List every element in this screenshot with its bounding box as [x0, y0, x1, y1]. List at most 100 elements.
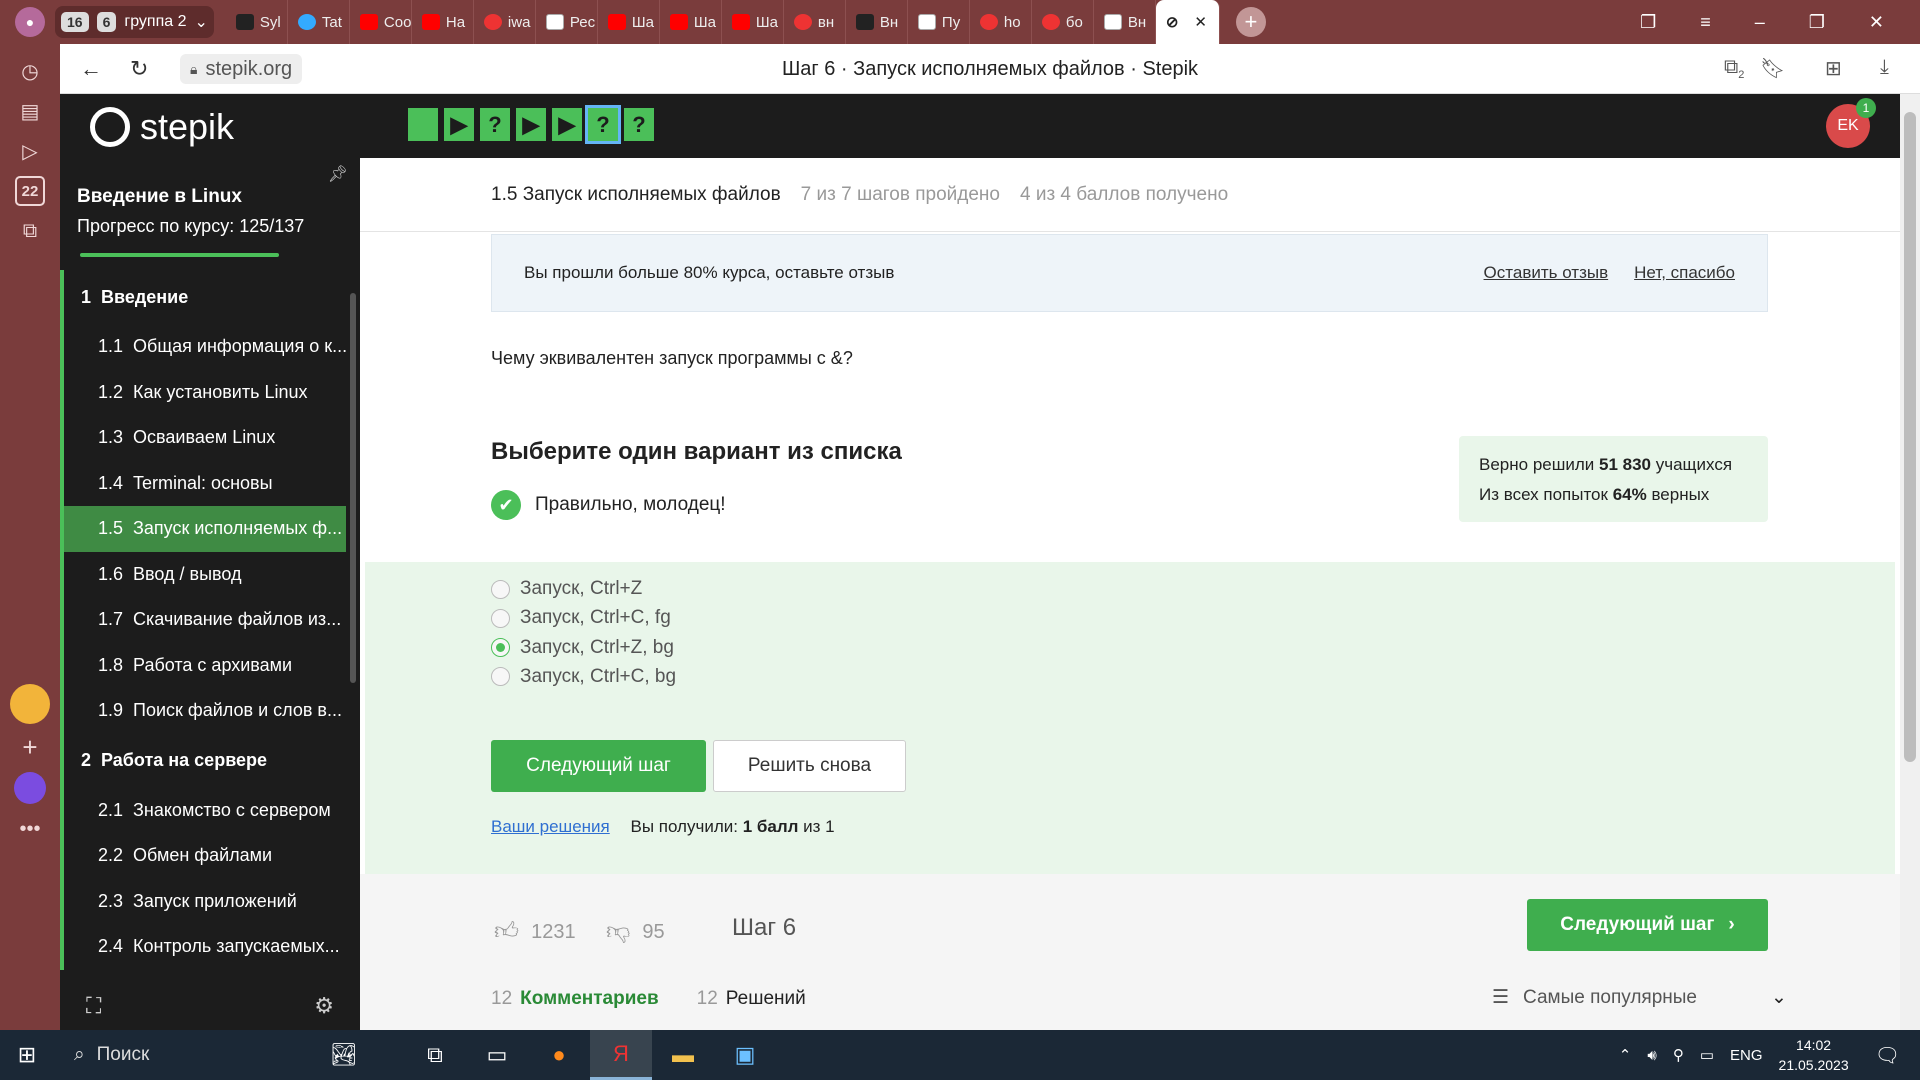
radio-button[interactable]: [491, 579, 510, 599]
page-scrollbar-thumb[interactable]: [1904, 112, 1916, 762]
yandex-browser-icon[interactable]: Я: [590, 1030, 652, 1080]
sidebar-item-1.5[interactable]: 1.5 Запуск исполняемых ф...: [60, 506, 346, 552]
tab-2[interactable]: Coo: [350, 0, 412, 44]
sidebar-item-1.2[interactable]: 1.2 Как установить Linux: [60, 369, 346, 415]
battery-icon[interactable]: ▭: [1700, 1046, 1714, 1064]
lang-indicator[interactable]: ENG: [1730, 1047, 1763, 1064]
decline-review-link[interactable]: Нет, спасибо: [1634, 263, 1735, 283]
play-icon[interactable]: ▷: [15, 136, 45, 166]
tab-14[interactable]: Вн: [1094, 0, 1156, 44]
tab-13[interactable]: бо: [1032, 0, 1094, 44]
notifications-icon[interactable]: 🗨︎: [1875, 1043, 1900, 1068]
step-square-3[interactable]: ?: [480, 108, 510, 141]
tabs-menu-icon[interactable]: ❐: [1640, 12, 1656, 33]
taskbar-search[interactable]: ⌕ Поиск: [54, 1030, 284, 1080]
sync-icon[interactable]: ⧉2: [1724, 56, 1744, 81]
step-square-4[interactable]: ▶: [516, 108, 546, 141]
sidebar-section-1[interactable]: 1 Введение: [60, 270, 346, 324]
download-icon[interactable]: ⤓: [1880, 56, 1889, 79]
tab-10[interactable]: Вн: [846, 0, 908, 44]
fullscreen-icon[interactable]: ⛶: [86, 993, 101, 1019]
tab-11[interactable]: Пу: [908, 0, 970, 44]
sidebar-item-1.9[interactable]: 1.9 Поиск файлов и слов в...: [60, 688, 346, 734]
stepik-logo[interactable]: stepik: [90, 106, 234, 148]
windows-start-icon[interactable]: ⊞: [0, 1042, 54, 1068]
retry-button[interactable]: Решить снова: [713, 740, 906, 792]
tab-6[interactable]: Ша: [598, 0, 660, 44]
sidebar-item-2.2[interactable]: 2.2 Обмен файлами: [60, 833, 346, 879]
new-tab-icon[interactable]: +: [1235, 7, 1266, 37]
restore-icon[interactable]: ❐: [1809, 12, 1825, 33]
app-store-icon[interactable]: ▣: [714, 1030, 776, 1080]
sidebar-item-2.3[interactable]: 2.3 Запуск приложений: [60, 878, 346, 924]
answer-option[interactable]: Запуск, Ctrl+C, bg: [491, 666, 676, 688]
volume-icon[interactable]: 🔊︎: [1647, 1047, 1656, 1064]
close-window-icon[interactable]: ✕: [1869, 12, 1884, 33]
sidebar-item-1.7[interactable]: 1.7 Скачивание файлов из...: [60, 597, 346, 643]
tab-4[interactable]: iwa: [474, 0, 536, 44]
collections-icon[interactable]: ▤: [15, 96, 45, 126]
tab-0[interactable]: Syl: [226, 0, 288, 44]
minimize-icon[interactable]: –: [1755, 12, 1765, 33]
tray-chevron-icon[interactable]: ⌃: [1619, 1046, 1632, 1064]
pin-icon[interactable]: 📌︎: [328, 164, 348, 184]
tab-8[interactable]: Ша: [722, 0, 784, 44]
footer-next-button[interactable]: Следующий шаг ›: [1527, 899, 1768, 951]
extensions-icon[interactable]: ⊞: [1825, 56, 1842, 81]
dislike-button[interactable]: 👎︎ 95: [606, 918, 665, 946]
widgets-icon[interactable]: 🏞︎: [284, 1030, 404, 1080]
next-step-button[interactable]: Следующий шаг: [491, 740, 706, 792]
radio-button[interactable]: [491, 667, 510, 687]
tab-comments[interactable]: 12 Комментариев: [491, 988, 659, 1010]
sidebar-item-1.3[interactable]: 1.3 Осваиваем Linux: [60, 415, 346, 461]
step-square-6[interactable]: ?: [585, 105, 621, 144]
radio-button[interactable]: [491, 638, 510, 658]
tab-12[interactable]: ho: [970, 0, 1032, 44]
browser-profile-icon[interactable]: ●: [15, 7, 45, 37]
sidebar-item-2.4[interactable]: 2.4 Контроль запускаемых...: [60, 924, 346, 970]
screenshot-icon[interactable]: ⧉: [15, 216, 45, 246]
answer-option[interactable]: Запуск, Ctrl+Z, bg: [491, 637, 674, 659]
tab-active[interactable]: ⊘ ✕: [1155, 0, 1220, 44]
firefox-icon[interactable]: ●: [528, 1030, 590, 1080]
like-button[interactable]: 👍︎ 1231: [494, 918, 576, 946]
terminal-icon[interactable]: ▭: [466, 1030, 528, 1080]
answer-option[interactable]: Запуск, Ctrl+Z: [491, 578, 642, 600]
sidebar-item-2.1[interactable]: 2.1 Знакомство с сервером: [60, 787, 346, 833]
clock[interactable]: 14:02 21.05.2023: [1779, 1035, 1849, 1075]
step-square-1[interactable]: [408, 108, 438, 141]
tab-7[interactable]: Ша: [660, 0, 722, 44]
course-title[interactable]: Введение в Linux: [77, 186, 242, 208]
task-view-icon[interactable]: ⧉: [404, 1030, 466, 1080]
history-icon[interactable]: ◷: [15, 56, 45, 86]
sidebar-item-1.1[interactable]: 1.1 Общая информация о к...: [60, 324, 346, 370]
menu-icon[interactable]: ≡: [1700, 12, 1711, 33]
add-icon[interactable]: +: [15, 732, 45, 762]
tab-9[interactable]: вн: [784, 0, 846, 44]
bookmark-icon[interactable]: 🔖︎: [1760, 56, 1785, 81]
chevron-down-icon[interactable]: ⌄: [195, 12, 208, 32]
network-icon[interactable]: ⚲: [1673, 1046, 1684, 1064]
tab-1[interactable]: Tat: [288, 0, 350, 44]
tab-solutions[interactable]: 12 Решений: [697, 988, 806, 1010]
step-square-5[interactable]: ▶: [552, 108, 582, 141]
sidebar-item-1.8[interactable]: 1.8 Работа с архивами: [60, 642, 346, 688]
file-explorer-icon[interactable]: ▬: [652, 1030, 714, 1080]
more-icon[interactable]: •••: [15, 814, 45, 844]
tab-group[interactable]: 16 6 группа 2 ⌄: [55, 6, 214, 38]
answer-option[interactable]: Запуск, Ctrl+C, fg: [491, 607, 671, 629]
tab-5[interactable]: Рес: [536, 0, 598, 44]
leave-review-link[interactable]: Оставить отзыв: [1484, 263, 1609, 283]
calendar-icon[interactable]: 22: [15, 176, 45, 206]
sidebar-section-2[interactable]: 2 Работа на сервере: [60, 733, 346, 788]
sort-dropdown[interactable]: ☰ Самые популярные ⌄: [1492, 986, 1787, 1009]
settings-icon[interactable]: ⚙: [314, 993, 334, 1019]
step-square-7[interactable]: ?: [624, 108, 654, 141]
sidebar-item-1.4[interactable]: 1.4 Terminal: основы: [60, 460, 346, 506]
sidebar-item-1.6[interactable]: 1.6 Ввод / вывод: [60, 551, 346, 597]
your-solutions-link[interactable]: Ваши решения: [491, 817, 610, 836]
tab-3[interactable]: На: [412, 0, 474, 44]
alice-icon[interactable]: [14, 772, 46, 804]
radio-button[interactable]: [491, 608, 510, 628]
avatar[interactable]: EK 1: [1826, 98, 1876, 148]
